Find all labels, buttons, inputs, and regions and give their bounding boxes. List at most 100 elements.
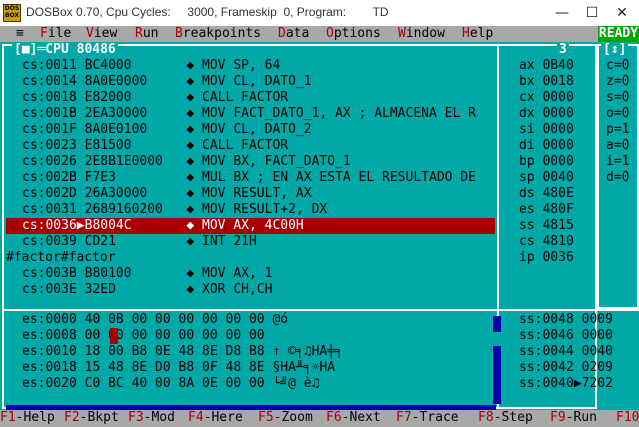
stack-row[interactable]: ss:0046 0000 [519,328,613,344]
current-instruction-row[interactable]: cs:0036▶B8004C ◆ MOV AX, 4C00H [6,218,495,234]
flag-p[interactable]: p=1 [606,122,629,138]
register-ax[interactable]: ax 0B40 [519,58,574,74]
stack-row[interactable]: ss:0040▶7202 [519,376,613,392]
code-row[interactable]: cs:002B F7E3 ◆ MUL BX ; EN AX ESTA EL RE… [22,170,494,186]
register-ss[interactable]: ss 4815 [519,218,574,234]
register-dx[interactable]: dx 0000 [519,106,574,122]
register-ip[interactable]: ip 0036 [519,250,574,266]
dump-row[interactable]: es:0010 18 00 B8 0E 48 8E D8 B8 ↑ ©╕♫HÄ╪… [22,344,492,360]
fkey-key: F5 [258,410,274,425]
menu-file-label: ile [47,26,72,41]
system-menu[interactable]: ≡ [16,26,24,42]
menu-data-hotkey: D [278,26,286,41]
fkey-f5[interactable]: F5-Zoom [258,410,313,426]
register-cs[interactable]: cs 4810 [519,234,574,250]
register-ds[interactable]: ds 480E [519,186,574,202]
dump-vertical-scrollbar[interactable] [493,316,501,404]
stack-row[interactable]: ss:0048 0009 [519,312,613,328]
fkey-f3[interactable]: F3-Mod [128,410,175,426]
fkey-key: F6 [326,410,342,425]
menu-run-label: un [142,26,159,41]
cpu-window-title[interactable]: [■]═CPU 80486 [12,42,118,58]
stack-row[interactable]: ss:0044 0040 [519,344,613,360]
menu-breakpoints-hotkey: B [175,26,183,41]
fkey-label: -Zoom [273,410,313,425]
code-row[interactable]: cs:003E 32ED ◆ XOR CH,CH [22,282,494,298]
code-row[interactable]: cs:0039 CD21 ◆ INT 21H [22,234,494,250]
menu-file-hotkey: F [40,26,48,41]
code-row[interactable]: cs:0031 2689160200 ◆ MOV RESULT+2, DX [22,202,494,218]
code-row[interactable]: cs:0023 E81500 ◆ CALL FACTOR [22,138,494,154]
window-title-bar[interactable]: DOS BOX DOSBox 0.70, Cpu Cycles: 3000, F… [0,0,639,26]
fkey-label: -Trace [411,410,459,425]
register-si[interactable]: si 0000 [519,122,574,138]
dump-scroll-thumb[interactable] [493,332,501,346]
dos-screen: ≡ File View Run Breakpoints Data Options… [0,26,639,427]
menu-data-label: ata [285,26,310,41]
fkey-f1[interactable]: F1-Help [0,410,55,426]
stack-row[interactable]: ss:0042 0209 [519,360,613,376]
fkey-key: F7 [396,410,412,425]
maximize-button[interactable]: ☐ [578,3,606,23]
fkey-f9[interactable]: F9-Run [550,410,597,426]
register-bx[interactable]: bx 0018 [519,74,574,90]
menu-window[interactable]: Window [398,26,445,42]
code-row[interactable]: cs:003B B80100 ◆ MOV AX, 1 [22,266,494,282]
menu-view-label: iew [93,26,118,41]
fkey-key: F9 [550,410,566,425]
flag-z[interactable]: z=0 [606,74,629,90]
register-di[interactable]: di 0000 [519,138,574,154]
fkey-f8[interactable]: F8-Step [478,410,533,426]
dump-row[interactable]: es:0000 40 0B 00 00 00 00 00 00 @ó [22,312,492,328]
dump-row[interactable]: es:0008 00 00 00 00 00 00 00 00 [22,328,492,344]
code-row[interactable]: cs:0018 E82000 ◆ CALL FACTOR [22,90,494,106]
menu-run[interactable]: Run [135,26,158,42]
fkey-f4[interactable]: F4-Here [188,410,243,426]
dump-row[interactable]: es:0020 C0 BC 40 00 8A 0E 00 00 └╝@ è♫ [22,376,492,392]
fkey-f7[interactable]: F7-Trace [396,410,459,426]
flags-window-title[interactable]: [↕] [601,42,629,58]
flag-s[interactable]: s=0 [606,90,629,106]
menu-file[interactable]: File [40,26,71,42]
register-es[interactable]: es 480F [519,202,574,218]
cpu-window-number: 3 [557,42,569,58]
code-row[interactable]: cs:0014 8A0E0000 ◆ MOV CL, DATO_1 [22,74,494,90]
fkey-label: -Run [565,410,597,425]
fkey-key: F8 [478,410,494,425]
dump-cursor [110,328,118,344]
fkey-key: F2 [64,410,80,425]
dosbox-app-icon: DOS BOX [3,4,21,22]
menu-options-hotkey: O [326,26,334,41]
menu-breakpoints[interactable]: Breakpoints [175,26,261,42]
ready-indicator: READY [598,26,639,42]
menu-help[interactable]: Help [462,26,493,42]
code-row[interactable]: cs:0011 BC4000 ◆ MOV SP, 64 [22,58,494,74]
code-label-line[interactable]: #factor#factor [6,250,486,266]
menu-view-hotkey: V [86,26,94,41]
fkey-f2[interactable]: F2-Bkpt [64,410,119,426]
code-row[interactable]: cs:001F 8A0E0100 ◆ MOV CL, DATO_2 [22,122,494,138]
flag-i[interactable]: i=1 [606,154,629,170]
register-bp[interactable]: bp 0000 [519,154,574,170]
flag-d[interactable]: d=0 [606,170,629,186]
menu-help-label: elp [469,26,494,41]
register-cx[interactable]: cx 0000 [519,90,574,106]
close-button[interactable]: ✕ [608,3,636,23]
menu-data[interactable]: Data [278,26,309,42]
function-key-bar: F1-Help F2-Bkpt F3-Mod F4-Here F5-Zoom F6-Nex… [0,410,639,427]
flag-c[interactable]: c=0 [606,58,629,74]
code-row[interactable]: cs:002D 26A30000 ◆ MOV RESULT, AX [22,186,494,202]
dump-row[interactable]: es:0018 15 48 8E D0 B8 0F 48 8E §HÄ╨╕☼HÄ [22,360,492,376]
fkey-f6[interactable]: F6-Next [326,410,381,426]
flag-a[interactable]: a=0 [606,138,629,154]
menu-run-hotkey: R [135,26,143,41]
menu-help-hotkey: H [462,26,470,41]
minimize-button[interactable]: — [548,3,576,23]
fkey-f10[interactable]: F10-Menu [616,410,639,426]
menu-options[interactable]: Options [326,26,381,42]
code-row[interactable]: cs:001B 2EA30000 ◆ MOV FACT_DATO_1, AX ;… [22,106,494,122]
register-sp[interactable]: sp 0040 [519,170,574,186]
code-row[interactable]: cs:0026 2E8B1E0000 ◆ MOV BX, FACT_DATO_1 [22,154,494,170]
flag-o[interactable]: o=0 [606,106,629,122]
menu-view[interactable]: View [86,26,117,42]
